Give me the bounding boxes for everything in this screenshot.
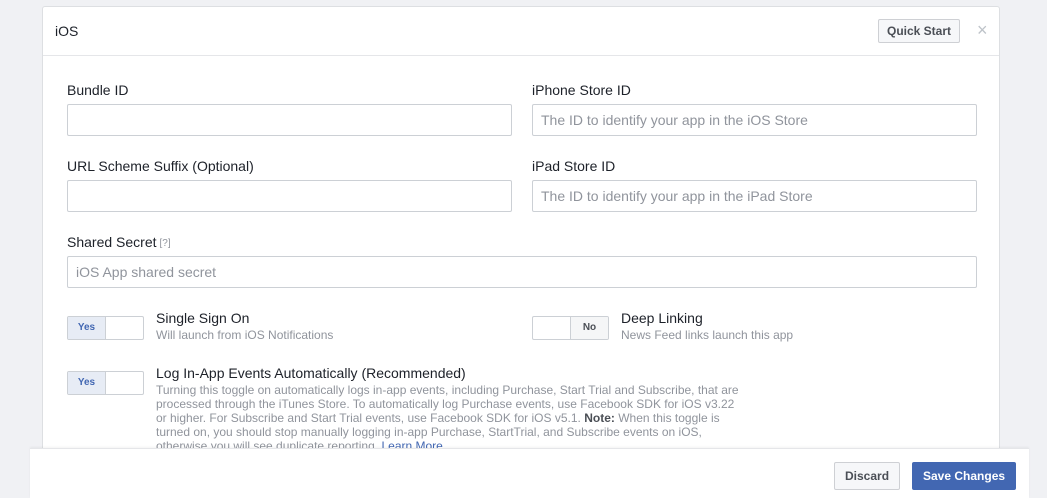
help-icon[interactable]: [?] xyxy=(160,238,171,249)
single-sign-on-title: Single Sign On xyxy=(156,310,250,326)
single-sign-on-toggle[interactable]: Yes xyxy=(67,316,144,340)
url-scheme-suffix-label: URL Scheme Suffix (Optional) xyxy=(67,158,254,174)
discard-button[interactable]: Discard xyxy=(834,462,901,490)
quick-start-button[interactable]: Quick Start xyxy=(878,19,961,43)
ios-settings-panel: iOS Quick Start × Bundle ID iPhone Store… xyxy=(42,6,1000,474)
log-in-app-events-title: Log In-App Events Automatically (Recomme… xyxy=(156,365,466,381)
deep-linking-description: News Feed links launch this app xyxy=(621,328,794,342)
deep-linking-toggle[interactable]: No xyxy=(532,316,609,340)
note-label: Note: xyxy=(584,411,615,425)
save-changes-button[interactable]: Save Changes xyxy=(912,462,1017,490)
action-footer: Discard Save Changes xyxy=(30,448,1029,498)
toggle-yes-knob: Yes xyxy=(68,372,106,394)
panel-header: iOS Quick Start × xyxy=(43,7,999,56)
bundle-id-input[interactable] xyxy=(67,104,512,136)
ipad-store-id-input[interactable] xyxy=(532,180,977,212)
bundle-id-label: Bundle ID xyxy=(67,82,129,98)
shared-secret-label-text: Shared Secret xyxy=(67,234,157,250)
shared-secret-label: Shared Secret [?] xyxy=(67,234,171,250)
close-icon[interactable]: × xyxy=(977,21,988,39)
ipad-store-id-label: iPad Store ID xyxy=(532,158,616,174)
log-in-app-events-description: Turning this toggle on automatically log… xyxy=(156,383,740,453)
toggle-no-knob: No xyxy=(570,317,608,339)
iphone-store-id-input[interactable] xyxy=(532,104,977,136)
iphone-store-id-label: iPhone Store ID xyxy=(532,82,631,98)
deep-linking-title: Deep Linking xyxy=(621,310,703,326)
single-sign-on-description: Will launch from iOS Notifications xyxy=(156,328,334,342)
toggle-yes-knob: Yes xyxy=(68,317,106,339)
panel-title: iOS xyxy=(55,23,79,39)
shared-secret-input[interactable] xyxy=(67,256,977,288)
url-scheme-suffix-input[interactable] xyxy=(67,180,512,212)
log-in-app-events-toggle[interactable]: Yes xyxy=(67,371,144,395)
